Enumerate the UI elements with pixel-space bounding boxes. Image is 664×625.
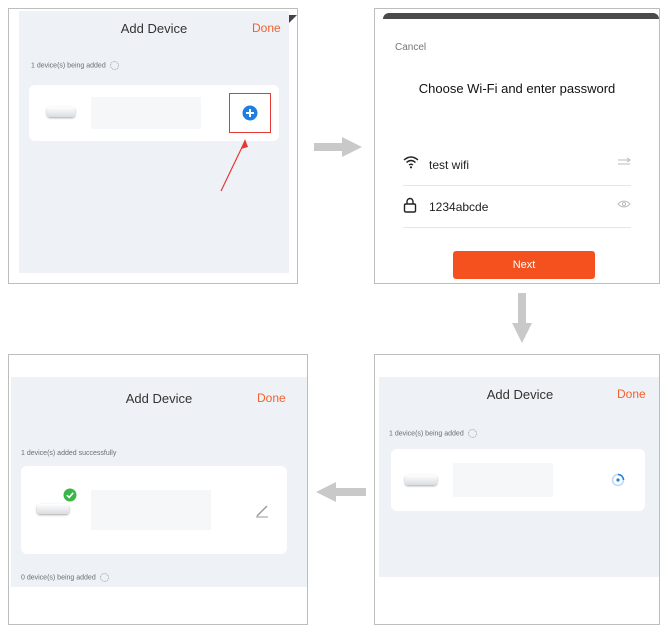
wifi-row[interactable]: test wifi [403,145,631,186]
status-label: 0 device(s) being added [21,574,96,582]
loading-icon [109,61,119,70]
arrow-down-icon [512,293,532,343]
add-circle-icon[interactable] [242,105,258,121]
arrow-left-icon [316,482,366,502]
device-card [29,85,279,141]
next-label: Next [512,259,536,271]
wifi-name: test wifi [429,158,470,172]
status-being-added: 0 device(s) being added [21,573,109,582]
status-added-success: 1 device(s) added successfully [21,450,117,457]
step3-panel: Add Device Done 1 device(s) being added [374,354,660,625]
done-button[interactable]: Done [617,387,646,401]
device-name-placeholder [91,490,211,530]
wifi-icon [403,156,419,169]
status-label: 1 device(s) being added [389,430,464,438]
top-bar [383,13,659,19]
loading-icon [467,429,477,438]
cancel-button[interactable]: Cancel [395,42,426,53]
device-card [21,466,287,554]
next-button[interactable]: Next [453,251,595,279]
step1-screen: Add Device Done 1 device(s) being added [19,11,289,273]
check-icon [63,488,77,502]
step4-panel: Add Device Done 1 device(s) added succes… [8,354,308,625]
step4-screen: Add Device Done 1 device(s) added succes… [11,377,307,587]
step2-panel: Cancel Choose Wi-Fi and enter password t… [374,8,660,284]
switch-network-icon[interactable] [617,157,631,167]
device-name-placeholder [453,463,553,497]
device-thumbnail [47,107,75,117]
pointer-arrow [220,139,248,192]
status-being-added: 1 device(s) being added [389,429,477,438]
loading-icon [99,573,109,582]
device-thumbnail [37,504,69,514]
lock-icon [403,197,417,213]
done-button[interactable]: Done [257,391,286,405]
step1-panel: Add Device Done 1 device(s) being added [8,8,298,284]
step3-screen: Add Device Done 1 device(s) being added [379,377,659,577]
corner-mark [289,15,297,23]
adding-progress-icon [611,473,625,487]
password-field[interactable]: 1234abcde [429,200,488,214]
device-name-placeholder [91,97,201,129]
wifi-heading: Choose Wi-Fi and enter password [418,81,616,96]
edit-icon[interactable] [255,504,269,518]
eye-icon[interactable] [617,199,631,209]
password-row[interactable]: 1234abcde [403,187,631,228]
done-button[interactable]: Done [252,21,281,35]
device-thumbnail [405,475,437,485]
page-title: Add Device [120,21,188,36]
arrow-right-icon [314,137,362,157]
status-being-added: 1 device(s) being added [31,61,119,70]
device-card [391,449,645,511]
status-label: 1 device(s) being added [31,62,106,70]
